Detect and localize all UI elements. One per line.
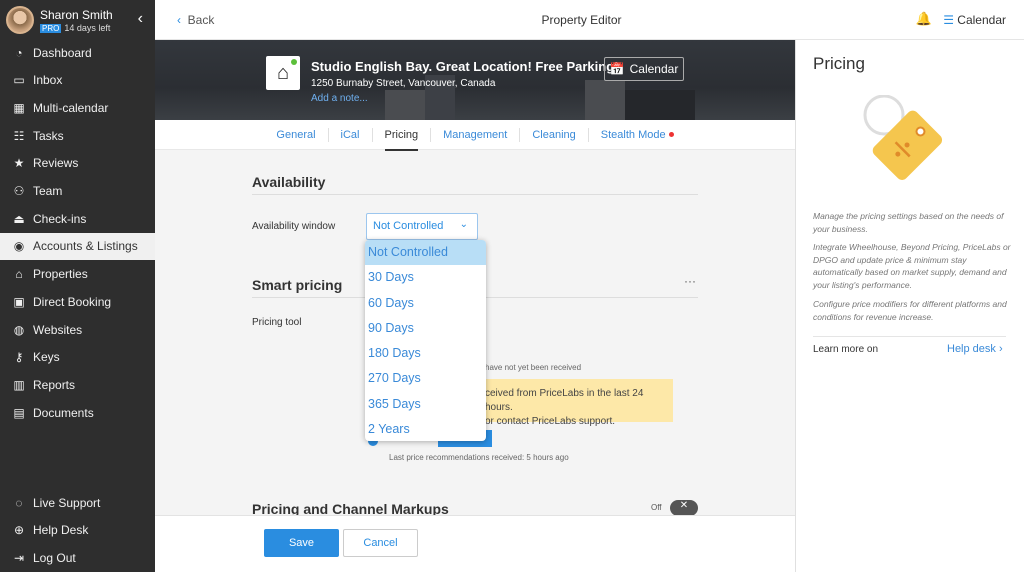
tab-general[interactable]: General <box>264 127 329 142</box>
listing-banner: ⌂ Studio English Bay. Great Location! Fr… <box>155 40 795 120</box>
calendar-icon: ▦ <box>13 100 25 115</box>
markups-heading: Pricing and Channel Markups <box>252 501 449 515</box>
home-icon: ⌂ <box>266 56 300 90</box>
online-status-dot <box>291 59 297 65</box>
dropdown-option[interactable]: 30 Days <box>365 265 486 290</box>
sidebar-item-team[interactable]: ⚇ Team <box>0 178 155 205</box>
logout-icon: ⇥ <box>13 550 25 565</box>
dropdown-option[interactable]: 60 Days <box>365 291 486 316</box>
sidebar-item-properties[interactable]: ⌂ Properties <box>0 261 155 288</box>
status-note: have not yet been received <box>485 363 582 372</box>
sidebar-item-documents[interactable]: ▤ Documents <box>0 399 155 426</box>
speedometer-icon: ◔ <box>15 45 23 60</box>
sidebar-item-multi-calendar[interactable]: ▦ Multi-calendar <box>0 94 155 121</box>
markups-toggle[interactable]: ✕ <box>670 500 698 515</box>
user-circle-icon: ◉ <box>13 239 25 254</box>
chevron-down-icon: ⌄ <box>459 219 468 230</box>
sidebar-item-keys[interactable]: ⚷ Keys <box>0 344 155 371</box>
bar-chart-icon: ▥ <box>13 377 25 392</box>
dropdown-option[interactable]: 90 Days <box>365 316 486 341</box>
user-name: Sharon Smith <box>40 7 113 22</box>
add-note-link[interactable]: Add a note... <box>311 93 368 104</box>
calendar-list-icon: ☰ <box>943 13 954 27</box>
pro-badge: PRO <box>40 23 62 33</box>
team-icon: ⚇ <box>13 184 25 198</box>
listing-address: 1250 Burnaby Street, Vancouver, Canada <box>311 78 496 89</box>
help-desk-link[interactable]: Help desk › <box>947 343 1003 355</box>
availability-window-select[interactable]: Not Controlled ⌄ <box>366 213 478 240</box>
alert-dot <box>668 132 674 138</box>
footer-bar: Save Cancel <box>155 515 795 572</box>
dropdown-option[interactable]: 270 Days <box>365 366 486 391</box>
collapse-chevron-icon[interactable]: ‹ <box>138 10 143 28</box>
home-icon: ⌂ <box>15 267 23 282</box>
sidebar-item-dashboard[interactable]: ◔ Dashboard <box>0 39 155 66</box>
user-profile[interactable]: Sharon Smith PRO 14 days left ‹ <box>0 0 155 40</box>
price-tag-icon <box>863 95 943 180</box>
panel-title: Pricing <box>813 54 865 73</box>
trial-text: 14 days left <box>64 22 111 33</box>
chat-icon: ◌ <box>15 495 23 510</box>
star-icon: ★ <box>13 156 25 171</box>
tab-ical[interactable]: iCal <box>329 127 373 142</box>
availability-heading: Availability <box>252 174 326 190</box>
more-options-icon[interactable]: ··· <box>684 274 696 288</box>
cancel-button[interactable]: Cancel <box>343 529 418 557</box>
availability-window-label: Availability window <box>252 221 336 232</box>
tab-cleaning[interactable]: Cleaning <box>520 127 589 142</box>
warning-banner: ceived from PriceLabs in the last 24 hou… <box>455 379 673 427</box>
code-window-icon: ▣ <box>13 294 25 309</box>
dropdown-option[interactable]: Not Controlled <box>365 240 486 266</box>
sidebar-item-inbox[interactable]: ▭ Inbox <box>0 67 155 94</box>
sidebar-item-log-out[interactable]: ⇥ Log Out <box>0 544 155 571</box>
dropdown-option[interactable]: 365 Days <box>365 392 486 417</box>
lifebuoy-icon: ⊕ <box>13 523 25 538</box>
document-icon: ▤ <box>13 405 25 420</box>
sidebar-item-direct-booking[interactable]: ▣ Direct Booking <box>0 288 155 315</box>
calendar-link[interactable]: ☰ Calendar <box>943 13 1006 27</box>
panel-text: Manage the pricing settings based on the… <box>813 211 1004 234</box>
panel-text: Configure price modifiers for different … <box>813 299 1007 322</box>
listing-title: Studio English Bay. Great Location! Free… <box>311 59 619 74</box>
tab-management[interactable]: Management <box>431 127 521 142</box>
sidebar-item-reports[interactable]: ▥ Reports <box>0 371 155 398</box>
tasks-icon: ☷ <box>13 128 25 143</box>
sidebar-item-check-ins[interactable]: ⏏ Check-ins <box>0 205 155 232</box>
bell-service-icon: ⏏ <box>13 211 25 226</box>
globe-icon: ◍ <box>13 322 25 337</box>
calendar-button[interactable]: 📅 Calendar <box>604 57 684 81</box>
availability-dropdown: Not Controlled 30 Days 60 Days 90 Days 180 D… <box>365 240 486 441</box>
top-bar: ‹ Back Property Editor 🔔 ☰ Calendar <box>155 0 1024 40</box>
avatar <box>6 6 34 34</box>
last-received-text: Last price recommendations received: 5 h… <box>389 453 569 462</box>
key-icon: ⚷ <box>14 350 24 365</box>
page-title: Property Editor <box>541 13 622 27</box>
smart-pricing-heading: Smart pricing <box>252 277 343 293</box>
sidebar-item-live-support[interactable]: ◌ Live Support <box>0 489 155 516</box>
panel-text: Integrate Wheelhouse, Beyond Pricing, Pr… <box>813 242 1011 290</box>
dropdown-option[interactable]: 2 Years <box>365 417 486 441</box>
sidebar-item-reviews[interactable]: ★ Reviews <box>0 150 155 177</box>
tab-stealth-mode[interactable]: Stealth Mode <box>589 128 686 142</box>
tab-bar: General iCal Pricing Management Cleaning Stea… <box>155 120 795 151</box>
bell-icon[interactable]: 🔔 <box>916 11 932 27</box>
inbox-icon: ▭ <box>13 73 25 88</box>
sidebar-item-websites[interactable]: ◍ Websites <box>0 316 155 343</box>
sidebar-item-accounts-listings[interactable]: ◉ Accounts & Listings <box>0 232 155 260</box>
toggle-label: Off <box>651 503 662 512</box>
calendar-icon: 📅 <box>609 62 625 76</box>
sidebar-item-help-desk[interactable]: ⊕ Help Desk <box>0 517 155 544</box>
save-button[interactable]: Save <box>264 529 339 557</box>
learn-more-label: Learn more on <box>813 344 879 355</box>
help-panel: Pricing Manage the pricing settings base… <box>795 40 1024 572</box>
sidebar: Sharon Smith PRO 14 days left ‹ ◔ Dashboar… <box>0 0 155 572</box>
tab-pricing[interactable]: Pricing <box>373 127 432 151</box>
sidebar-item-tasks[interactable]: ☷ Tasks <box>0 122 155 149</box>
dropdown-option[interactable]: 180 Days <box>365 341 486 366</box>
pricing-tool-label: Pricing tool <box>252 317 302 328</box>
